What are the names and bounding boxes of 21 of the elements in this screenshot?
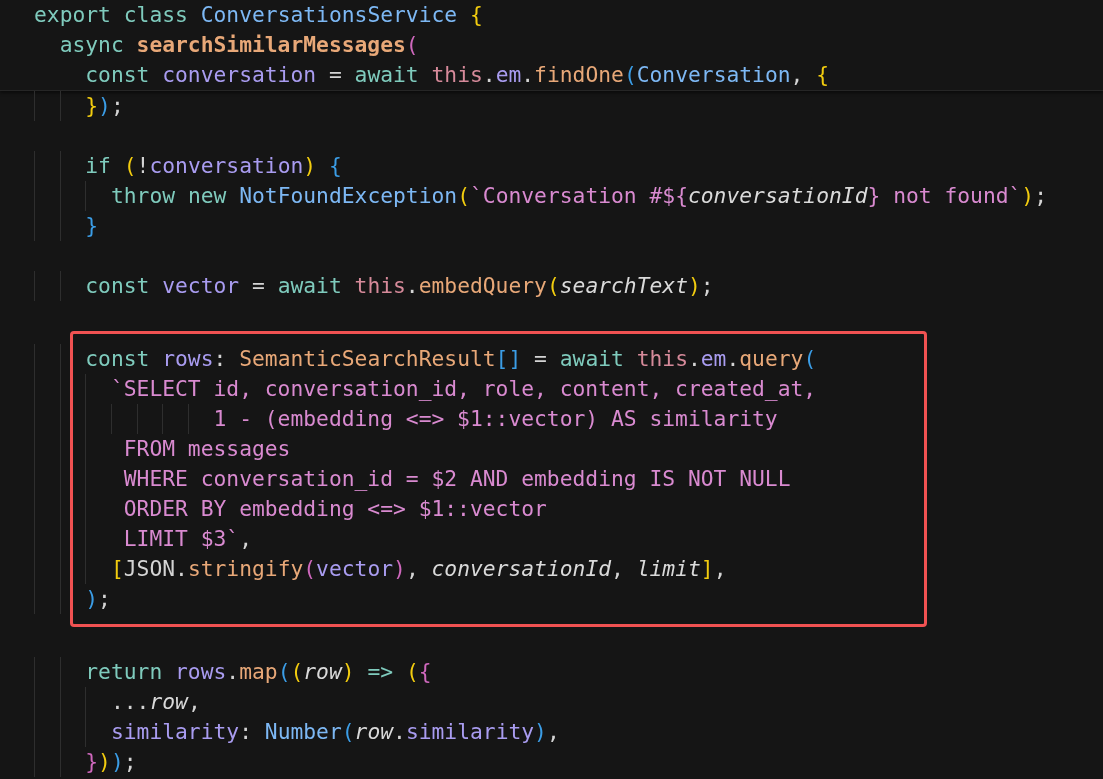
- code-line: WHERE conversation_id = $2 AND embedding IS NOT NULL: [34, 464, 924, 494]
- code-line: FROM messages: [34, 434, 924, 464]
- code-line: const rows: SemanticSearchResult[] = await this.em.query(: [34, 344, 924, 374]
- code-line: throw new NotFoundException(`Conversation #${conversationId} not found`);: [34, 181, 1103, 211]
- code-line: similarity: Number(row.similarity),: [34, 717, 1103, 747]
- code-line: }: [34, 211, 1103, 241]
- code-line: const conversation = await this.em.findOne(Conversation, {: [84, 61, 831, 89]
- code-line: });: [34, 91, 1103, 121]
- code-line: ...row,: [34, 687, 1103, 717]
- code-line: export class ConversationsService {: [34, 1, 484, 29]
- code-line: }));: [34, 747, 1103, 777]
- code-line: async searchSimilarMessages(: [58, 31, 420, 59]
- code-line: `SELECT id, conversation_id, role, content, created_at,: [34, 374, 924, 404]
- code-line: const vector = await this.embedQuery(searchText);: [34, 271, 1103, 301]
- code-line: if (!conversation) {: [34, 151, 1103, 181]
- code-line: 1 - (embedding <=> $1::vector) AS similarity: [34, 404, 924, 434]
- code-line: [JSON.stringify(vector), conversationId, limit],: [34, 554, 924, 584]
- code-line: ORDER BY embedding <=> $1::vector: [34, 494, 924, 524]
- code-line: );: [34, 584, 924, 614]
- code-line: LIMIT $3`,: [34, 524, 924, 554]
- code-line: return rows.map((row) => ({: [34, 657, 1103, 687]
